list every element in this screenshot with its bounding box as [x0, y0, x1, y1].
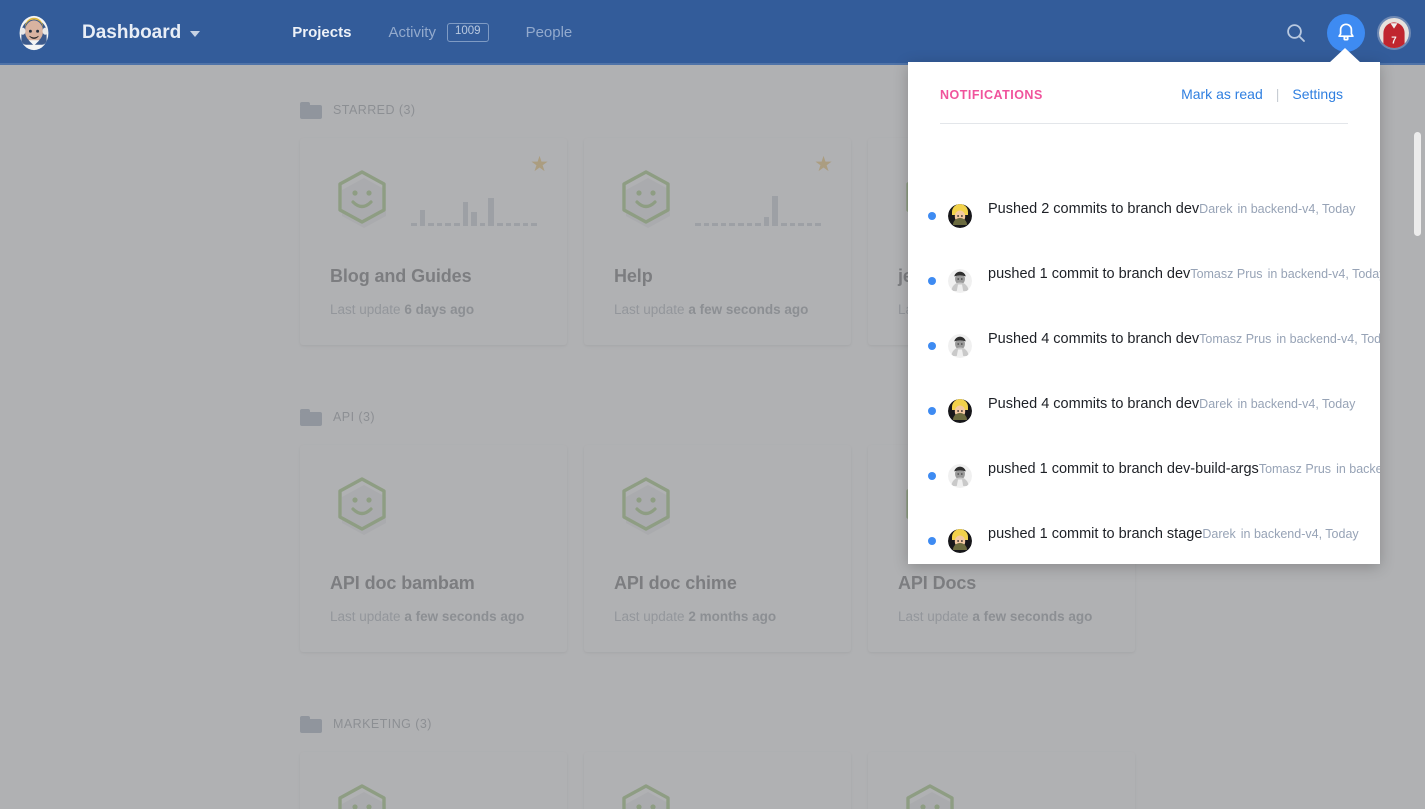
action-separator: |	[1275, 86, 1280, 102]
notification-author: Darek	[1199, 397, 1233, 411]
notification-context: in backend-v4, Today	[1267, 267, 1380, 281]
notification-avatar	[948, 204, 972, 228]
notifications-header-actions: Mark as read | Settings	[1181, 86, 1343, 102]
notification-context: in backend-v4, Today	[1276, 332, 1380, 346]
app-title-label: Dashboard	[82, 21, 182, 43]
unread-dot	[928, 537, 936, 545]
notification-text: Pushed 4 commits to branch dev	[988, 331, 1200, 347]
topbar-actions: 7	[1277, 13, 1411, 52]
notification-author: Tomasz Prus	[1190, 267, 1263, 281]
notifications-scrollbar-thumb[interactable]	[1414, 132, 1421, 236]
notification-context: in backend-v4, Today	[1240, 527, 1359, 541]
notifications-title: NOTIFICATIONS	[940, 88, 1043, 102]
notification-text: pushed 1 commit to branch dev-build-args	[988, 461, 1259, 477]
notifications-bell-icon[interactable]	[1327, 13, 1365, 52]
notification-body: Pushed 4 commits to branch devTomasz Pru…	[988, 330, 1380, 348]
notification-body: Pushed 4 commits to branch devDarek in ba…	[988, 395, 1355, 413]
jenkins-butler-logo-icon[interactable]	[16, 14, 52, 52]
search-icon[interactable]	[1277, 14, 1315, 52]
notification-text: pushed 1 commit to branch dev	[988, 266, 1191, 282]
notification-item[interactable]: Pushed 4 commits to branch devDarek in ba…	[908, 395, 1380, 460]
app-root: STARRED (3)★Blog and GuidesLast update 6…	[0, 0, 1425, 809]
notification-author: Tomasz Prus	[1199, 332, 1272, 346]
notification-body: pushed 1 commit to branch devTomasz Prus…	[988, 265, 1380, 283]
mark-as-read-link[interactable]: Mark as read	[1181, 86, 1263, 102]
notification-item[interactable]: Pushed 2 commits to branch devDarek in ba…	[908, 200, 1380, 265]
notification-meta: Darek in backend-v4, Today	[1202, 527, 1358, 541]
notification-author: Darek	[1202, 527, 1236, 541]
notification-panel-pointer	[1329, 48, 1361, 63]
notification-avatar	[948, 269, 972, 293]
nav-item-label: People	[525, 24, 573, 41]
notification-author: Darek	[1199, 202, 1233, 216]
notification-body: pushed 1 commit to branch dev-build-args…	[988, 460, 1380, 478]
unread-dot	[928, 277, 936, 285]
unread-dot	[928, 212, 936, 220]
notification-avatar	[948, 464, 972, 488]
notification-meta: Darek in backend-v4, Today	[1199, 397, 1355, 411]
header-divider	[940, 123, 1348, 124]
notifications-panel: NOTIFICATIONS Mark as read | Settings Pu…	[908, 62, 1380, 564]
notification-avatar	[948, 334, 972, 358]
notification-meta: Darek in backend-v4, Today	[1199, 202, 1355, 216]
notifications-panel-header: NOTIFICATIONS Mark as read | Settings	[908, 62, 1380, 102]
notification-context: in backend-v4, Today	[1237, 397, 1356, 411]
notification-body: pushed 1 commit to branch stageDarek in b…	[988, 525, 1359, 543]
nav-item-label: Activity	[388, 24, 436, 41]
chevron-down-icon	[190, 31, 201, 37]
notification-item[interactable]: pushed 1 commit to branch stageDarek in b…	[908, 525, 1380, 564]
main-nav: Projects Activity 1009 People	[292, 23, 572, 42]
notification-meta: Tomasz Prus in backend-v4, Today	[1259, 462, 1380, 476]
notification-context: in backend-v4, Today	[1336, 462, 1380, 476]
nav-item-activity[interactable]: Activity 1009	[388, 23, 489, 42]
notification-text: pushed 1 commit to branch stage	[988, 526, 1203, 542]
notification-item[interactable]: Pushed 4 commits to branch devTomasz Pru…	[908, 330, 1380, 395]
notification-meta: Tomasz Prus in backend-v4, Today	[1199, 332, 1380, 346]
nav-item-label: Projects	[292, 24, 352, 41]
notification-meta: Tomasz Prus in backend-v4, Today	[1190, 267, 1380, 281]
notification-text: Pushed 2 commits to branch dev	[988, 201, 1200, 217]
notification-body: Pushed 2 commits to branch devDarek in ba…	[988, 200, 1355, 218]
app-title-menu[interactable]: Dashboard	[82, 21, 201, 44]
notification-avatar	[948, 529, 972, 553]
notification-avatar	[948, 399, 972, 423]
unread-dot	[928, 472, 936, 480]
notifications-list: Pushed 2 commits to branch devDarek in ba…	[908, 182, 1380, 564]
unread-dot	[928, 342, 936, 350]
notification-settings-link[interactable]: Settings	[1292, 86, 1343, 102]
notification-item[interactable]: pushed 1 commit to branch dev-build-args…	[908, 460, 1380, 525]
nav-item-projects[interactable]: Projects	[292, 24, 351, 41]
activity-count-badge: 1009	[446, 23, 489, 42]
unread-dot	[928, 407, 936, 415]
notification-text: Pushed 4 commits to branch dev	[988, 396, 1200, 412]
svg-text:7: 7	[1391, 35, 1396, 46]
notification-context: in backend-v4, Today	[1237, 202, 1356, 216]
user-avatar[interactable]: 7	[1377, 15, 1411, 50]
notification-author: Tomasz Prus	[1258, 462, 1332, 476]
top-navigation-bar: Dashboard Projects Activity 1009 People	[0, 0, 1425, 65]
nav-item-people[interactable]: People	[526, 24, 573, 41]
notification-item[interactable]: pushed 1 commit to branch devTomasz Prus…	[908, 265, 1380, 330]
